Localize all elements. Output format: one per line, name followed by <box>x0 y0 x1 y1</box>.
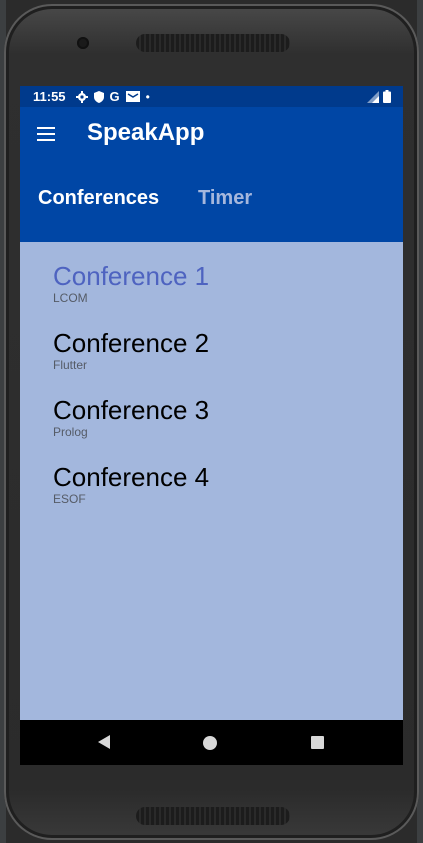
status-icons: G • <box>75 89 150 104</box>
recent-apps-icon[interactable] <box>311 736 324 749</box>
front-camera <box>77 37 89 49</box>
tab-conferences[interactable]: Conferences <box>38 187 159 210</box>
list-item[interactable]: Conference 2 Flutter <box>53 328 209 395</box>
gear-icon <box>75 90 88 103</box>
conference-list: Conference 1 LCOM Conference 2 Flutter C… <box>53 261 209 529</box>
bottom-speaker-grille <box>136 807 290 825</box>
conference-subtitle: ESOF <box>53 492 86 506</box>
shield-icon <box>93 90 104 103</box>
battery-icon <box>383 90 391 103</box>
conference-subtitle: Prolog <box>53 425 88 439</box>
app-title: SpeakApp <box>87 119 205 146</box>
list-item[interactable]: Conference 3 Prolog <box>53 395 209 462</box>
conference-subtitle: LCOM <box>53 291 88 305</box>
conference-title: Conference 1 <box>53 261 210 291</box>
mail-icon <box>125 91 140 102</box>
list-item[interactable]: Conference 4 ESOF <box>53 462 209 529</box>
conference-title: Conference 2 <box>53 328 210 358</box>
app-bar: SpeakApp Conferences Timer <box>20 107 403 242</box>
conference-title: Conference 3 <box>53 395 210 425</box>
phone-screen: 11:55 G • SpeakApp Conferences Timer Con… <box>20 86 403 765</box>
conference-title: Conference 4 <box>53 462 210 492</box>
navigation-bar <box>20 720 403 765</box>
dot-icon: • <box>145 89 150 104</box>
tab-timer[interactable]: Timer <box>198 187 252 210</box>
status-bar: 11:55 G • <box>20 86 403 107</box>
home-icon[interactable] <box>203 736 217 750</box>
list-item[interactable]: Conference 1 LCOM <box>53 261 209 328</box>
google-icon: G <box>109 89 120 104</box>
conference-subtitle: Flutter <box>53 358 88 372</box>
status-right-icons <box>367 90 391 103</box>
status-time: 11:55 <box>33 89 66 104</box>
top-speaker-grille <box>136 34 290 52</box>
hamburger-menu-icon[interactable] <box>37 127 55 141</box>
back-icon[interactable] <box>98 735 110 749</box>
signal-icon <box>367 90 379 103</box>
